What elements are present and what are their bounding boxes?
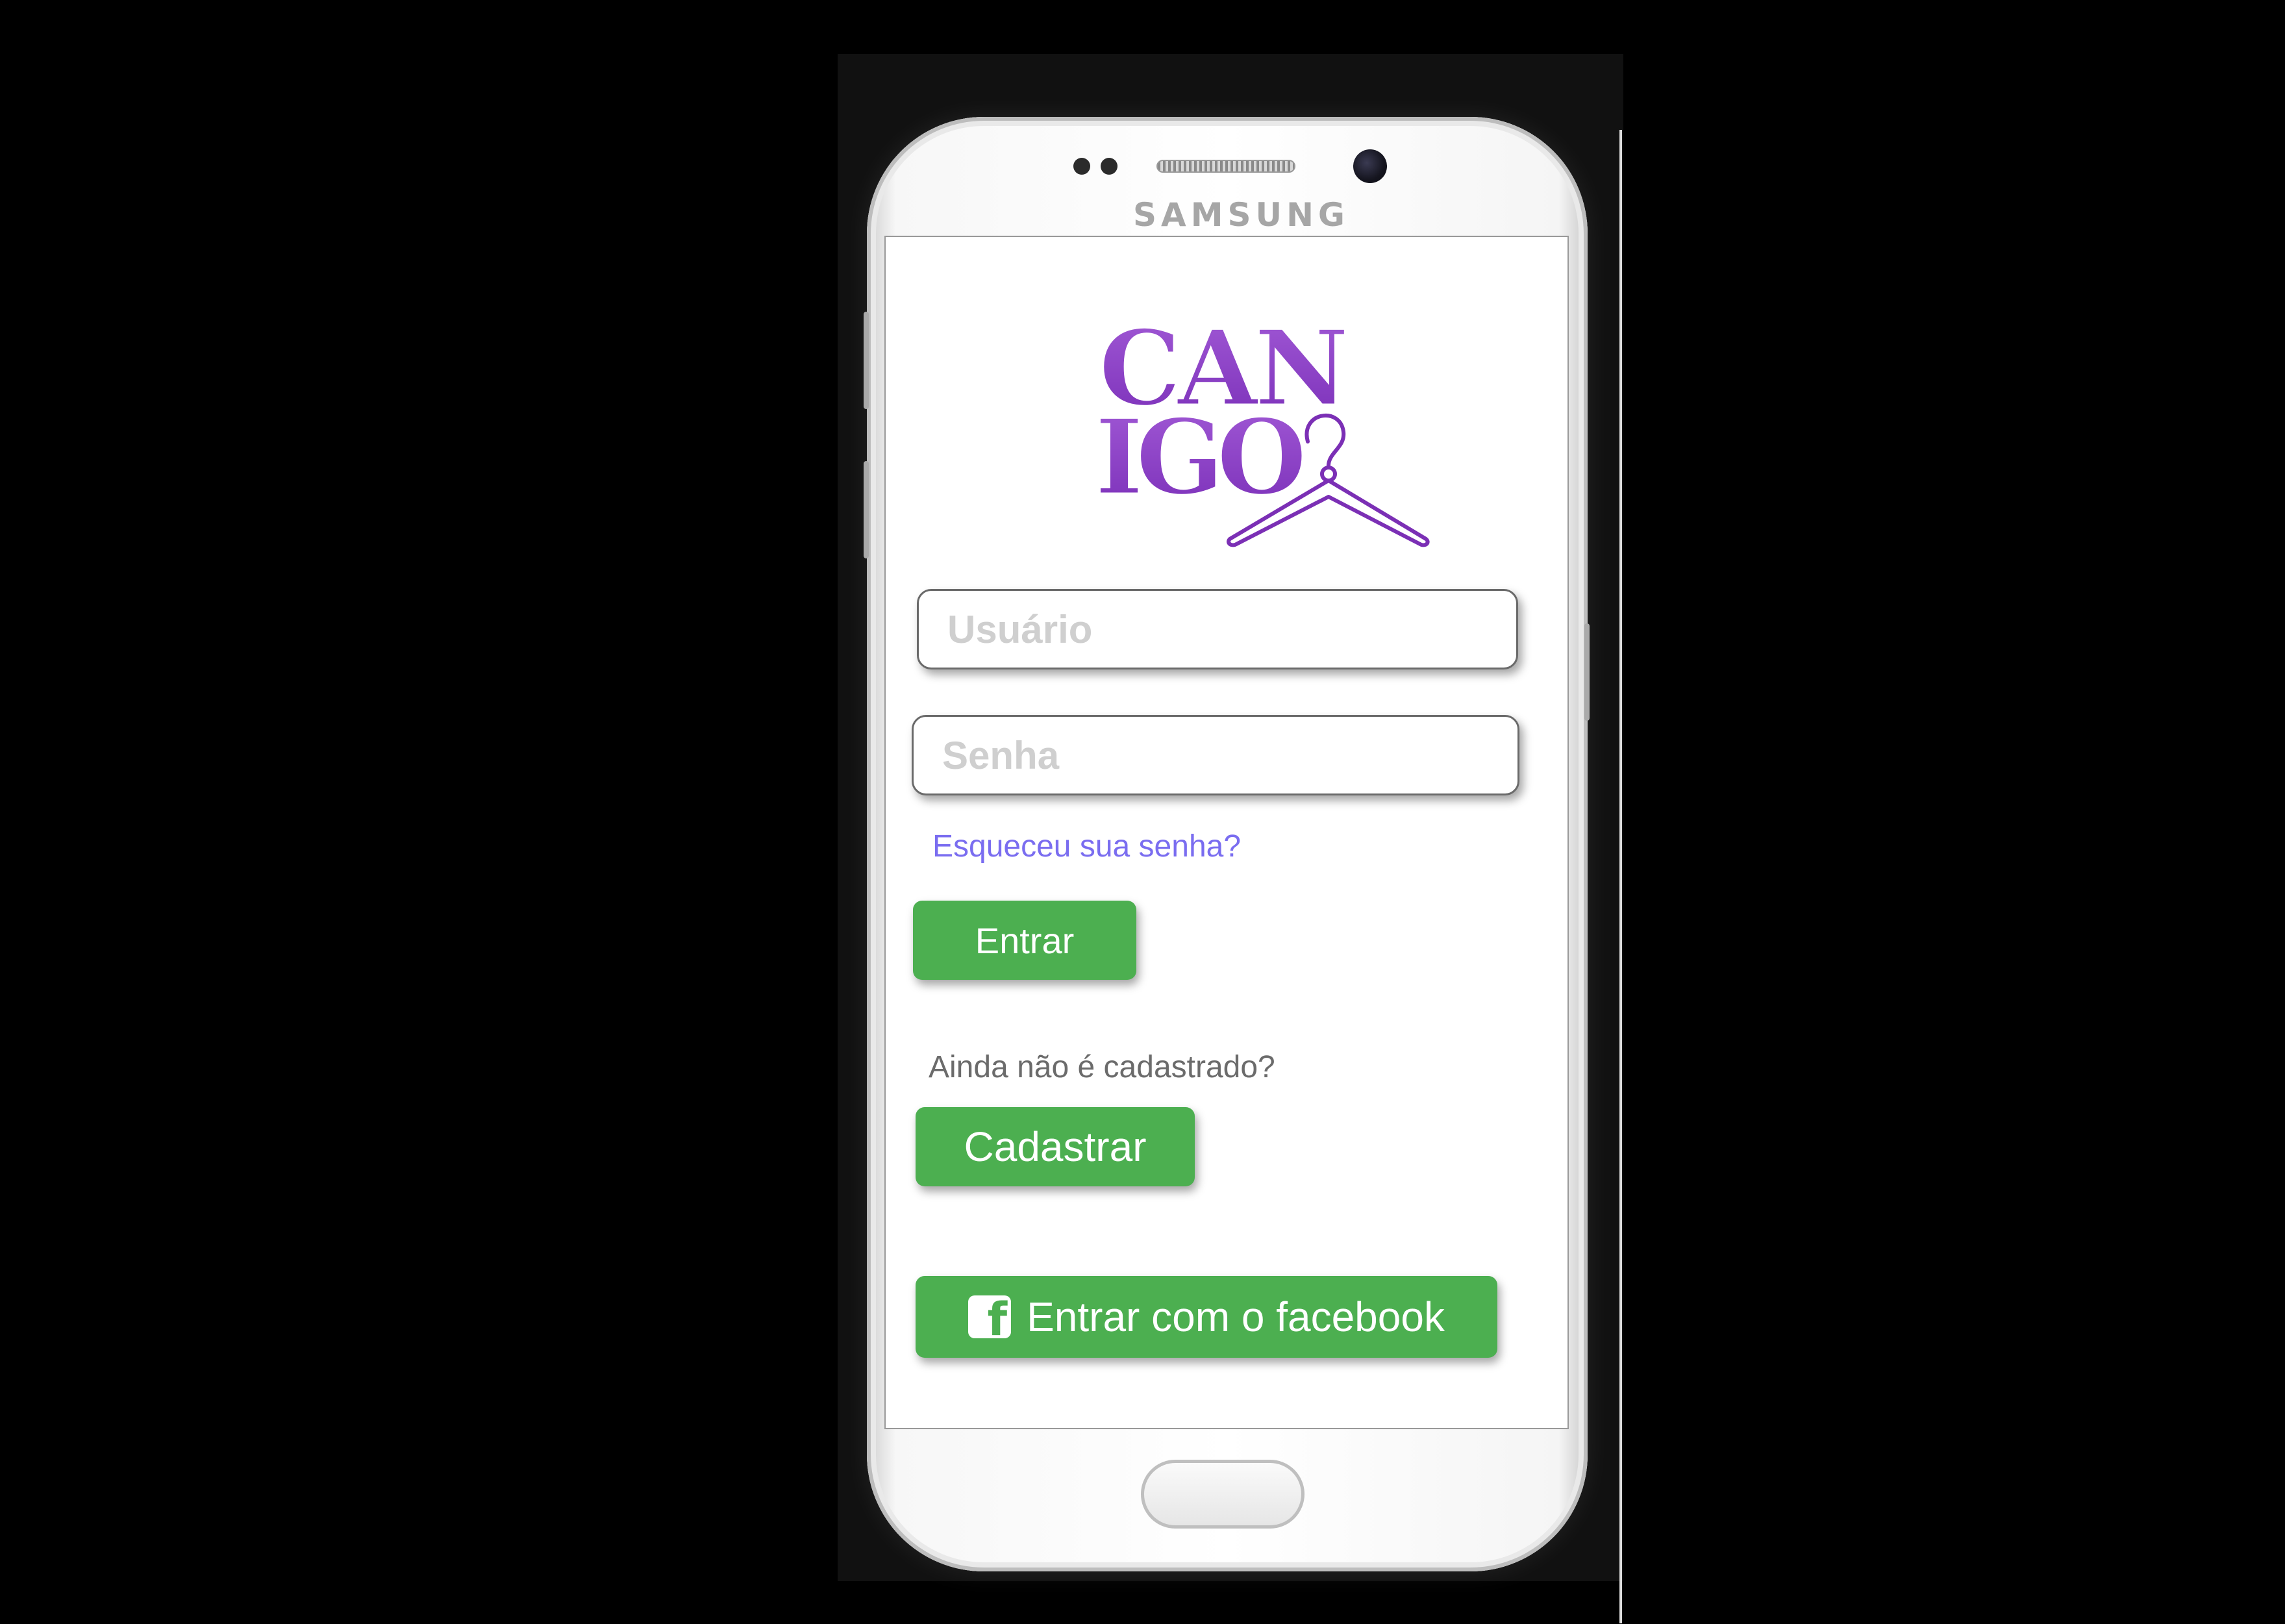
username-field[interactable] bbox=[917, 589, 1518, 669]
app-screen: CAN IGO Esqueceu sua senha? Entrar Ainda… bbox=[884, 236, 1569, 1429]
earpiece-speaker bbox=[1156, 160, 1295, 173]
sensor-dot bbox=[1073, 158, 1090, 175]
forgot-password-link[interactable]: Esqueceu sua senha? bbox=[932, 829, 1241, 864]
app-logo: CAN IGO bbox=[1094, 315, 1430, 547]
signup-button[interactable]: Cadastrar bbox=[916, 1107, 1195, 1186]
signup-button-label: Cadastrar bbox=[964, 1123, 1147, 1170]
backdrop-edge bbox=[1619, 130, 1622, 1623]
username-input[interactable] bbox=[919, 591, 1516, 668]
login-button[interactable]: Entrar bbox=[913, 901, 1136, 980]
volume-button bbox=[864, 461, 869, 558]
device-brand: SAMSUNG bbox=[1133, 196, 1349, 234]
facebook-icon: f bbox=[968, 1295, 1012, 1342]
login-button-label: Entrar bbox=[975, 919, 1075, 961]
facebook-login-button[interactable]: f Entrar com o facebook bbox=[916, 1276, 1497, 1358]
logo-text-line2: IGO bbox=[1095, 396, 1303, 518]
front-camera bbox=[1353, 149, 1387, 183]
power-button bbox=[1584, 623, 1590, 721]
password-field[interactable] bbox=[912, 715, 1519, 795]
password-input[interactable] bbox=[914, 717, 1517, 793]
sensor-dot bbox=[1101, 158, 1118, 175]
volume-button bbox=[864, 312, 869, 409]
home-button bbox=[1141, 1460, 1305, 1529]
facebook-button-label: Entrar com o facebook bbox=[1027, 1293, 1445, 1340]
signup-prompt: Ainda não é cadastrado? bbox=[929, 1050, 1275, 1084]
